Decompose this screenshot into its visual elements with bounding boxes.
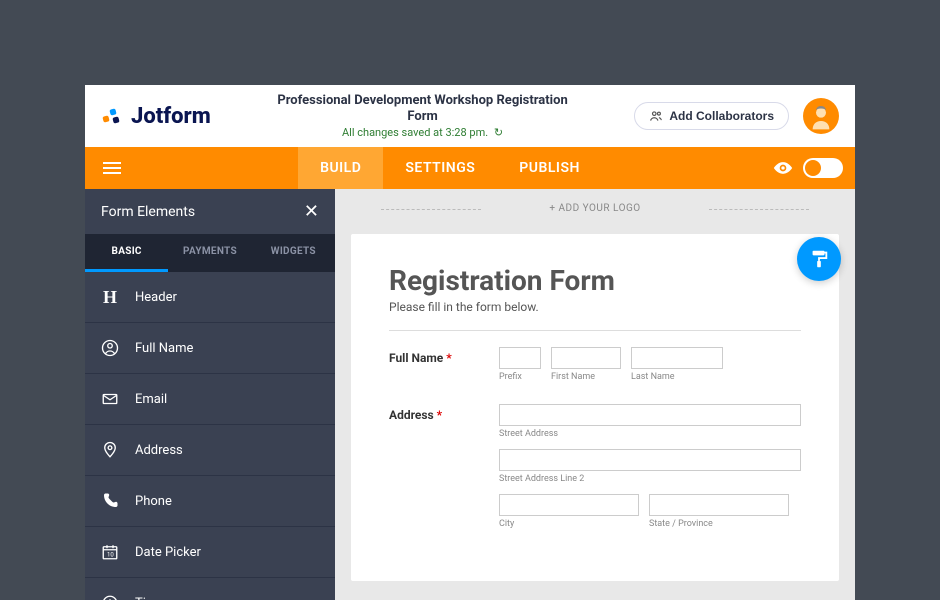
paint-roller-button[interactable]: [797, 237, 841, 281]
sidebar-title: Form Elements: [101, 204, 195, 220]
pin-icon: [99, 439, 121, 461]
collaborators-icon: [649, 109, 663, 123]
logo-text: Jotform: [131, 104, 211, 129]
sidebar-tab-payments[interactable]: PAYMENTS: [168, 234, 251, 272]
field-fullname[interactable]: Full Name * Prefix First Name: [389, 347, 801, 382]
tab-settings[interactable]: SETTINGS: [383, 147, 497, 189]
element-label: Address: [135, 443, 183, 458]
field-address[interactable]: Address * Street Address: [389, 404, 801, 529]
sublabel-state: State / Province: [649, 519, 789, 529]
calendar-icon: 10: [99, 541, 121, 563]
element-label: Email: [135, 392, 167, 407]
add-collaborators-button[interactable]: Add Collaborators: [634, 102, 789, 130]
collab-label: Add Collaborators: [669, 109, 774, 123]
preview-toggle[interactable]: [803, 158, 843, 178]
element-label: Header: [135, 290, 177, 305]
close-icon[interactable]: ✕: [304, 201, 319, 222]
sublabel-street2: Street Address Line 2: [499, 474, 801, 484]
header: Jotform Professional Development Worksho…: [85, 85, 855, 147]
logo[interactable]: Jotform: [101, 104, 211, 129]
mail-icon: [99, 388, 121, 410]
sidebar: Form Elements ✕ BASIC PAYMENTS WIDGETS H…: [85, 189, 335, 600]
tab-build[interactable]: BUILD: [298, 147, 383, 189]
user-icon: [99, 337, 121, 359]
logo-icon: [101, 104, 125, 128]
element-label: Full Name: [135, 341, 193, 356]
form-card: Registration Form Please fill in the for…: [351, 234, 839, 581]
toggle-knob: [805, 160, 821, 176]
sublabel-street: Street Address: [499, 429, 801, 439]
user-avatar[interactable]: [803, 98, 839, 134]
sublabel-city: City: [499, 519, 639, 529]
nav-right: [773, 158, 843, 178]
nav-tabs: BUILD SETTINGS PUBLISH: [85, 147, 855, 189]
element-header[interactable]: H Header: [85, 272, 335, 323]
add-logo-button[interactable]: + ADD YOUR LOGO: [351, 189, 839, 228]
sidebar-tab-basic[interactable]: BASIC: [85, 234, 168, 272]
workspace: Form Elements ✕ BASIC PAYMENTS WIDGETS H…: [85, 189, 855, 600]
header-icon: H: [99, 286, 121, 308]
elements-list: H Header Full Name Email: [85, 272, 335, 600]
city-input[interactable]: [499, 494, 639, 516]
prefix-input[interactable]: [499, 347, 541, 369]
avatar-icon: [806, 101, 836, 131]
firstname-input[interactable]: [551, 347, 621, 369]
divider: [389, 330, 801, 331]
element-email[interactable]: Email: [85, 374, 335, 425]
required-mark: *: [437, 408, 442, 422]
label-text: Address: [389, 408, 434, 422]
form-subheading[interactable]: Please fill in the form below.: [389, 300, 801, 314]
element-label: Phone: [135, 494, 172, 509]
element-datepicker[interactable]: 10 Date Picker: [85, 527, 335, 578]
save-status-text: All changes saved at 3:28 pm.: [342, 126, 488, 139]
clock-icon: [99, 592, 121, 600]
element-fullname[interactable]: Full Name: [85, 323, 335, 374]
element-phone[interactable]: Phone: [85, 476, 335, 527]
street2-input[interactable]: [499, 449, 801, 471]
element-time[interactable]: Time: [85, 578, 335, 600]
state-input[interactable]: [649, 494, 789, 516]
street-input[interactable]: [499, 404, 801, 426]
element-address[interactable]: Address: [85, 425, 335, 476]
sublabel-last: Last Name: [631, 372, 723, 382]
address-label: Address *: [389, 404, 499, 529]
tabs-container: BUILD SETTINGS PUBLISH: [127, 147, 773, 189]
fullname-label: Full Name *: [389, 347, 499, 382]
svg-text:10: 10: [107, 552, 114, 559]
label-text: Full Name: [389, 351, 443, 365]
tab-publish[interactable]: PUBLISH: [497, 147, 602, 189]
required-mark: *: [446, 351, 451, 365]
canvas: + ADD YOUR LOGO Registration Form Please…: [335, 189, 855, 600]
lastname-input[interactable]: [631, 347, 723, 369]
sidebar-header: Form Elements ✕: [85, 189, 335, 234]
form-heading[interactable]: Registration Form: [389, 264, 801, 297]
sidebar-tabs: BASIC PAYMENTS WIDGETS: [85, 234, 335, 272]
hamburger-icon[interactable]: [97, 156, 127, 180]
address-inputs: Street Address Street Address Line 2: [499, 404, 801, 529]
refresh-icon[interactable]: ↻: [494, 126, 503, 139]
app-window: Jotform Professional Development Worksho…: [85, 85, 855, 600]
sublabel-first: First Name: [551, 372, 621, 382]
header-center: Professional Development Workshop Regist…: [211, 93, 635, 139]
sublabel-prefix: Prefix: [499, 372, 541, 382]
paint-roller-icon: [808, 248, 830, 270]
fullname-inputs: Prefix First Name Last Name: [499, 347, 801, 382]
header-form-title[interactable]: Professional Development Workshop Regist…: [263, 93, 583, 124]
sidebar-tab-widgets[interactable]: WIDGETS: [252, 234, 335, 272]
element-label: Date Picker: [135, 545, 201, 560]
save-status: All changes saved at 3:28 pm. ↻: [211, 126, 635, 139]
element-label: Time: [135, 596, 164, 600]
preview-icon[interactable]: [773, 158, 793, 178]
phone-icon: [99, 490, 121, 512]
